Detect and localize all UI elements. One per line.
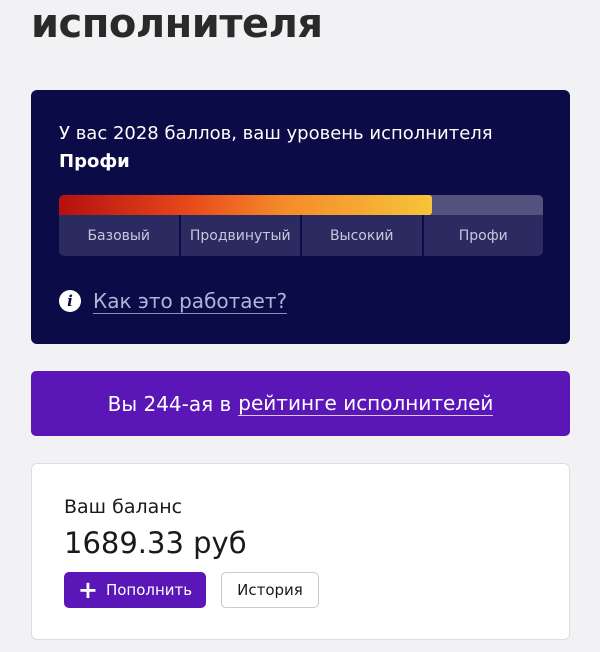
level-card: У вас 2028 баллов, ваш уровень исполните… [31, 90, 570, 344]
level-intro-text: У вас 2028 баллов, ваш уровень исполните… [59, 123, 493, 144]
balance-value: 1689.33 руб [64, 526, 247, 560]
level-name: Профи [59, 151, 130, 172]
topup-label: Пополнить [105, 581, 193, 599]
page-title: исполнителя [31, 1, 323, 47]
levels-row: Базовый Продвинутый Высокий Профи [59, 215, 543, 256]
level-description: У вас 2028 баллов, ваш уровень исполните… [59, 120, 549, 176]
topup-button[interactable]: + Пополнить [64, 572, 206, 608]
balance-card: Ваш баланс 1689.33 руб + Пополнить Истор… [31, 463, 570, 640]
plus-icon: + [77, 576, 98, 604]
page: исполнителя У вас 2028 баллов, ваш урове… [0, 0, 600, 652]
level-step-basic: Базовый [87, 227, 151, 244]
rating-banner: Вы 244-ая в рейтинге исполнителей [31, 371, 570, 436]
level-step-advanced: Продвинутый [178, 215, 301, 256]
progress-fill [59, 195, 432, 215]
level-step-high: Высокий [300, 215, 422, 256]
level-step-pro: Профи [421, 215, 544, 256]
history-button[interactable]: История [221, 572, 319, 608]
info-icon: i [59, 290, 81, 312]
how-it-works-row[interactable]: i Как это работает? [59, 286, 288, 316]
how-it-works-link[interactable]: Как это работает? [93, 289, 288, 314]
rating-text: Вы 244-ая в [107, 391, 232, 416]
balance-label: Ваш баланс [64, 496, 183, 518]
rating-link[interactable]: рейтинге исполнителей [238, 391, 494, 416]
level-progress: Базовый Продвинутый Высокий Профи [59, 195, 543, 256]
